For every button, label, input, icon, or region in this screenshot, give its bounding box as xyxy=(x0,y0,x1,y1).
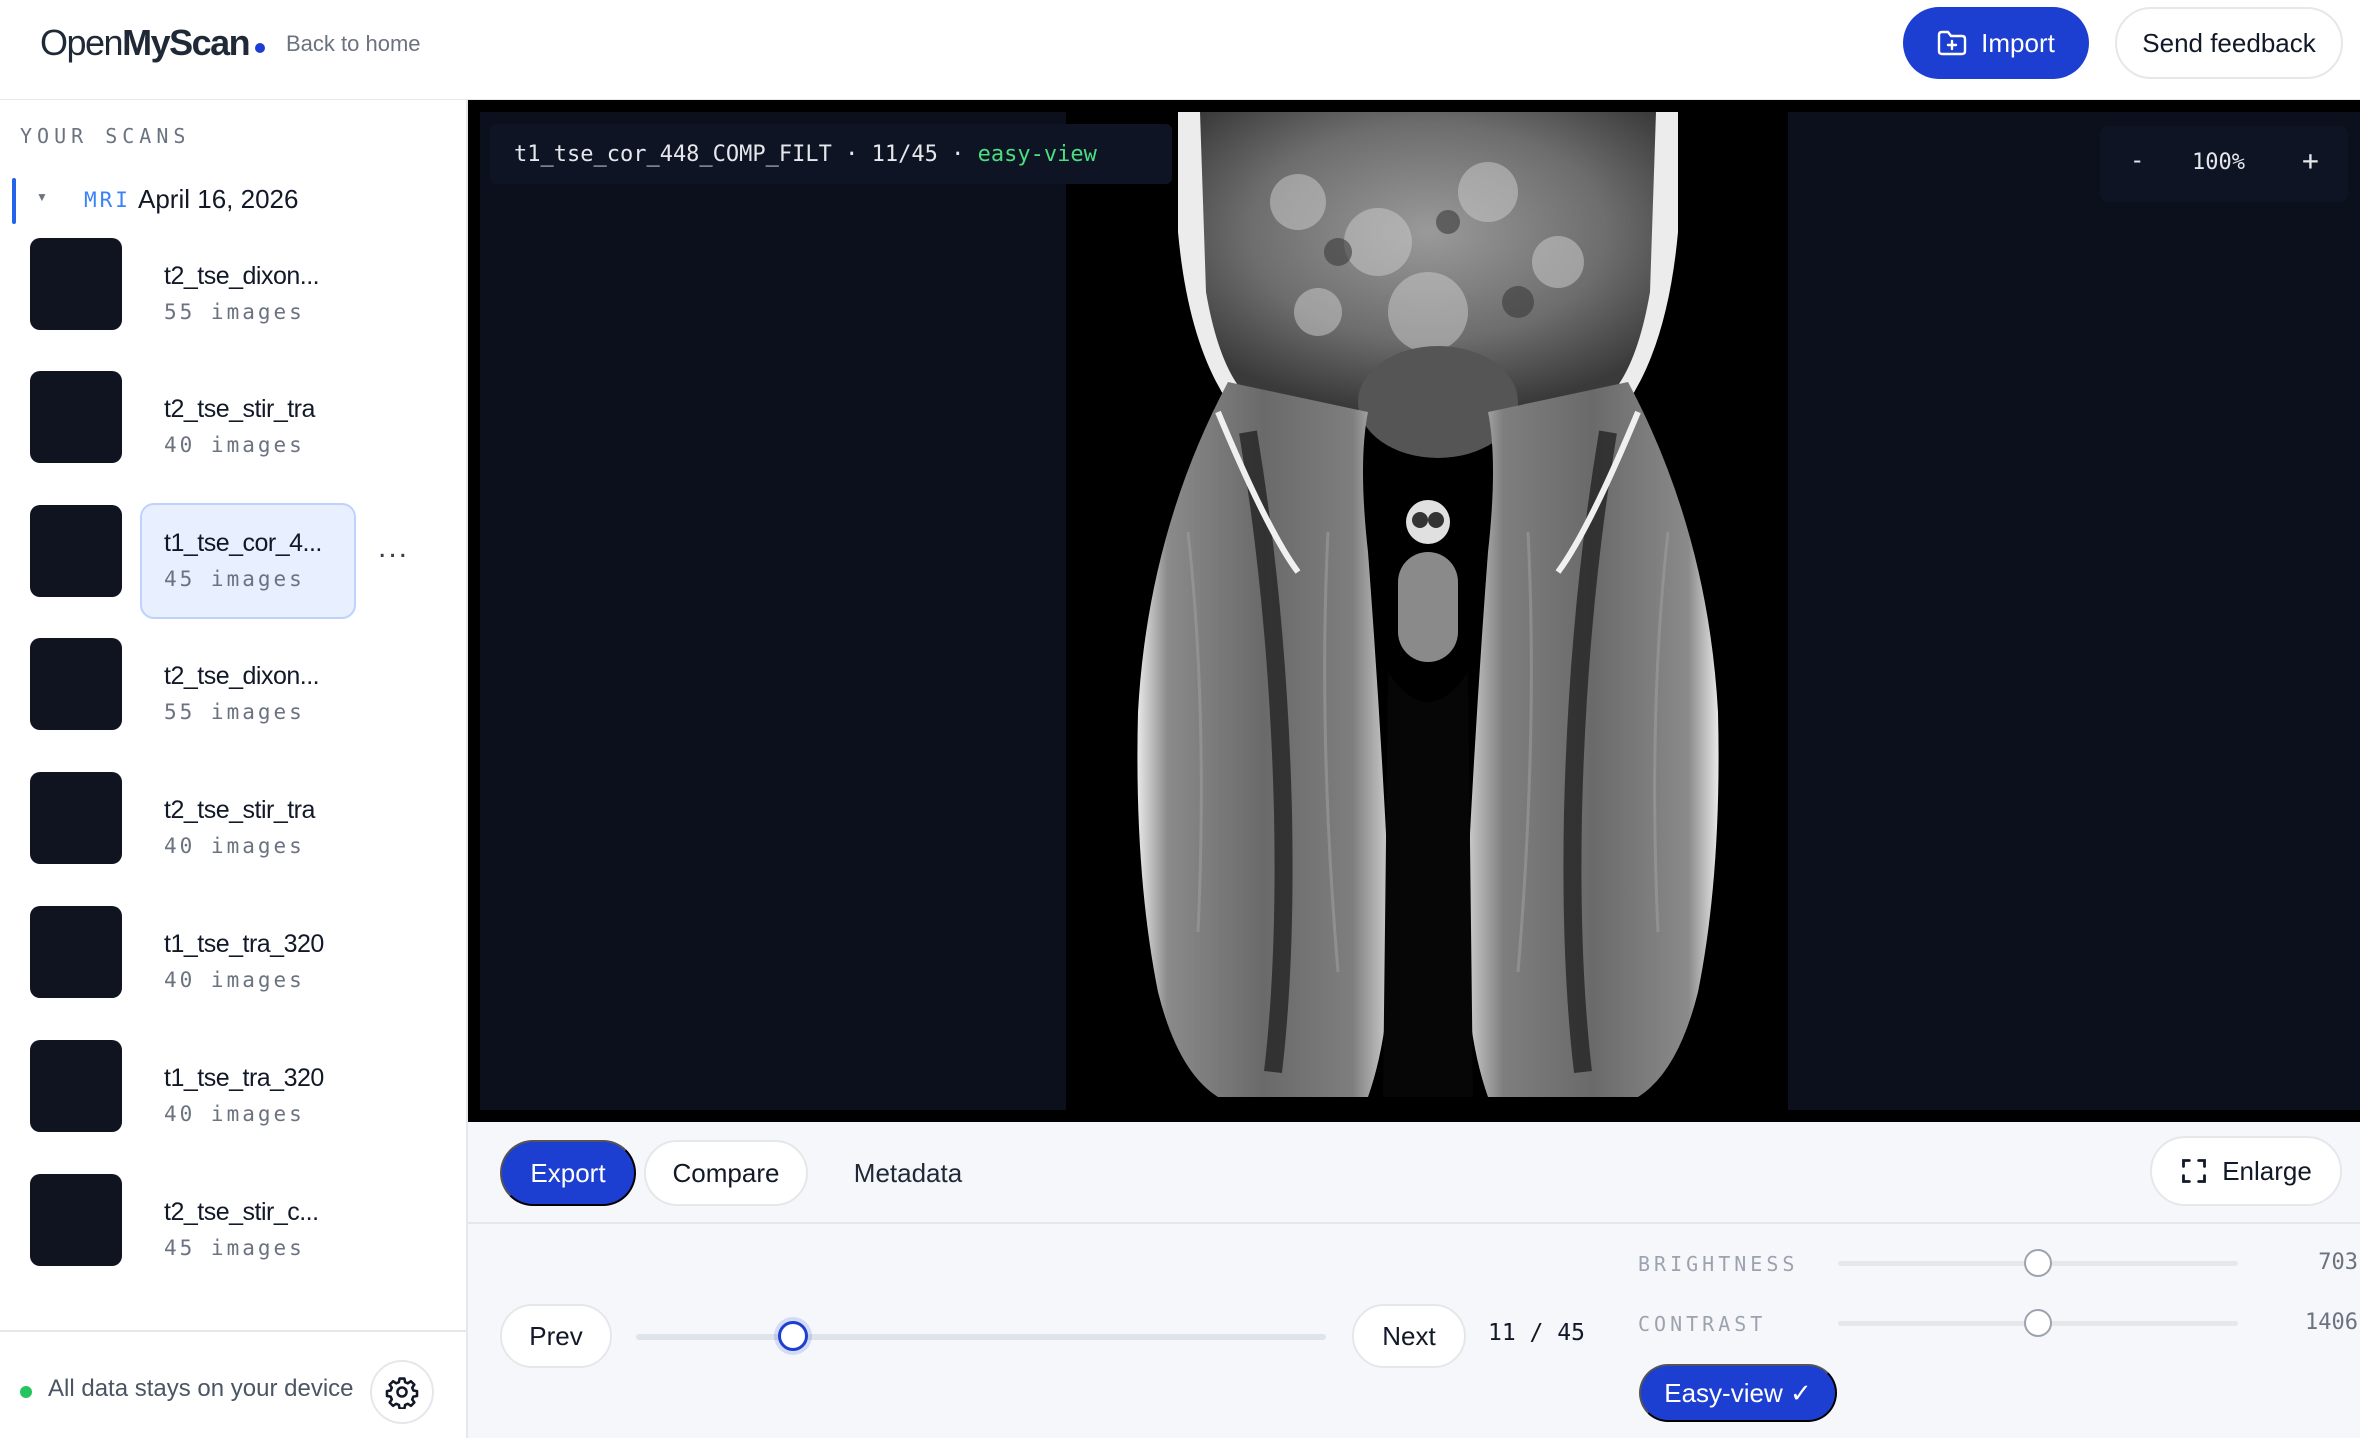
logo-dot xyxy=(255,43,266,53)
scan-image-count: 45 images xyxy=(164,1236,305,1260)
scan-thumbnail[interactable] xyxy=(30,505,122,597)
scan-thumbnail[interactable] xyxy=(30,772,122,864)
scan-thumbnail[interactable] xyxy=(30,1174,122,1266)
fullscreen-icon xyxy=(2182,1159,2207,1183)
brightness-slider-thumb[interactable] xyxy=(2024,1249,2052,1277)
series-info-bar: t1_tse_cor_448_COMP_FILT · 11/45 · easy-… xyxy=(490,124,1172,184)
easy-view-toggle[interactable]: Easy-view ✓ xyxy=(1639,1364,1837,1422)
zoom-out-button[interactable]: - xyxy=(2130,146,2144,174)
enlarge-button[interactable]: Enlarge xyxy=(2150,1136,2342,1206)
slice-controls: Prev Next 11 / 45 BRIGHTNESS 703 CONTRAS… xyxy=(468,1224,2360,1438)
scan-image-count: 55 images xyxy=(164,300,305,324)
back-to-home-link[interactable]: Back to home xyxy=(286,31,421,57)
scan-item[interactable]: t1_tse_tra_320 40 images xyxy=(0,906,466,1024)
logo-text-open: Open xyxy=(40,22,124,63)
import-button[interactable]: Import xyxy=(1903,7,2089,79)
brightness-label: BRIGHTNESS xyxy=(1638,1252,1799,1276)
contrast-slider-thumb[interactable] xyxy=(2024,1309,2052,1337)
scan-image-count: 55 images xyxy=(164,700,305,724)
scan-image-count: 40 images xyxy=(164,1102,305,1126)
tab-compare[interactable]: Compare xyxy=(644,1140,808,1206)
action-tabbar: Export Compare Metadata Enlarge xyxy=(468,1122,2360,1224)
logo-text-myscan: MyScan xyxy=(122,22,251,63)
scan-item[interactable]: t1_tse_tra_320 40 images xyxy=(0,1040,466,1158)
scans-sidebar: YOUR SCANS ▼ MRI April 16, 2026 t2_tse_d… xyxy=(0,100,468,1438)
tab-export[interactable]: Export xyxy=(500,1140,636,1206)
active-scan-highlight xyxy=(140,503,356,619)
zoom-in-button[interactable]: + xyxy=(2302,144,2319,177)
view-mode-label: easy-view xyxy=(977,141,1097,167)
image-viewer[interactable]: t1_tse_cor_448_COMP_FILT · 11/45 · easy-… xyxy=(468,100,2360,1122)
slice-slider-thumb[interactable] xyxy=(777,1321,808,1351)
scan-thumbnail[interactable] xyxy=(30,638,122,730)
scan-image-count: 45 images xyxy=(164,567,305,591)
chevron-down-icon[interactable]: ▼ xyxy=(36,190,48,204)
scan-thumbnail[interactable] xyxy=(30,371,122,463)
scan-name: t2_tse_dixon... xyxy=(164,262,320,290)
import-label: Import xyxy=(1981,27,2055,58)
send-feedback-button[interactable]: Send feedback xyxy=(2115,7,2343,79)
prev-button[interactable]: Prev xyxy=(500,1304,612,1368)
info-separator: · xyxy=(937,141,978,167)
more-options-icon[interactable]: ... xyxy=(378,531,409,565)
series-name: t1_tse_cor_448_COMP_FILT xyxy=(514,141,832,167)
scan-item[interactable]: t2_tse_stir_tra 40 images xyxy=(0,371,466,489)
viewer-letterbox-left xyxy=(480,112,1066,1110)
sidebar-footer: All data stays on your device xyxy=(0,1330,466,1438)
folder-plus-icon xyxy=(1937,30,1967,56)
scan-name: t2_tse_stir_tra xyxy=(164,796,315,824)
scan-image-count: 40 images xyxy=(164,834,305,858)
scan-name: t2_tse_stir_c... xyxy=(164,1198,319,1226)
mri-image[interactable] xyxy=(1068,112,1788,1110)
contrast-label: CONTRAST xyxy=(1638,1312,1767,1336)
gear-icon xyxy=(385,1377,419,1409)
settings-button[interactable] xyxy=(370,1360,434,1424)
brightness-value: 703 xyxy=(2318,1250,2358,1275)
scan-thumbnail[interactable] xyxy=(30,1040,122,1132)
zoom-controls: - 100% + xyxy=(2100,126,2348,202)
privacy-note: All data stays on your device xyxy=(48,1375,354,1402)
scan-image-count: 40 images xyxy=(164,433,305,457)
scan-thumbnail[interactable] xyxy=(30,238,122,330)
scan-item-active[interactable]: t1_tse_cor_4... 45 images ... xyxy=(0,503,466,623)
app-header: OpenMyScan Back to home Import Send feed… xyxy=(0,0,2360,100)
next-button[interactable]: Next xyxy=(1352,1304,1466,1368)
viewer-letterbox-right xyxy=(1788,112,2360,1110)
scan-name: t1_tse_tra_320 xyxy=(164,1064,324,1092)
app-logo[interactable]: OpenMyScan xyxy=(40,22,266,64)
zoom-level: 100% xyxy=(2192,150,2245,175)
slice-indicator: 11/45 xyxy=(871,141,938,167)
scan-name: t2_tse_dixon... xyxy=(164,662,320,690)
scan-item[interactable]: t2_tse_stir_tra 40 images xyxy=(0,772,466,890)
scan-item[interactable]: t2_tse_stir_c... 45 images xyxy=(0,1174,466,1292)
enlarge-label: Enlarge xyxy=(2222,1155,2312,1186)
group-date[interactable]: April 16, 2026 xyxy=(138,184,298,215)
local-status-dot xyxy=(20,1386,32,1398)
your-scans-heading: YOUR SCANS xyxy=(20,124,191,148)
slice-slider-track[interactable] xyxy=(636,1334,1326,1340)
scan-name: t2_tse_stir_tra xyxy=(164,395,315,423)
scan-image-count: 40 images xyxy=(164,968,305,992)
scan-item[interactable]: t2_tse_dixon... 55 images xyxy=(0,238,466,356)
contrast-value: 1406 xyxy=(2305,1310,2358,1335)
tab-metadata[interactable]: Metadata xyxy=(828,1140,988,1206)
scan-item[interactable]: t2_tse_dixon... 55 images xyxy=(0,638,466,756)
scan-name: t1_tse_cor_4... xyxy=(164,529,322,557)
scan-thumbnail[interactable] xyxy=(30,906,122,998)
info-separator: · xyxy=(831,141,872,167)
scan-name: t1_tse_tra_320 xyxy=(164,930,324,958)
group-active-indicator xyxy=(12,178,16,224)
group-modality-tag[interactable]: MRI xyxy=(84,188,131,212)
slice-counter: 11 / 45 xyxy=(1488,1320,1585,1346)
